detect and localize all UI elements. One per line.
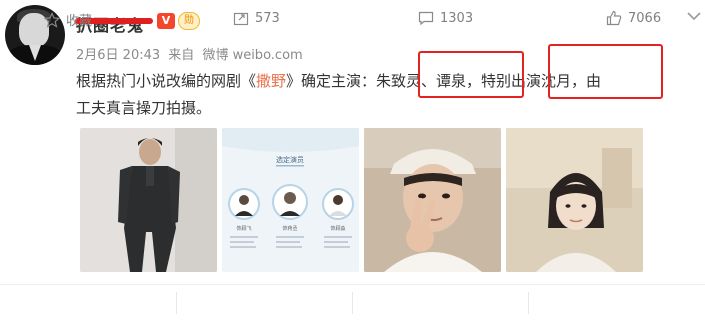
- repost-button[interactable]: 573: [233, 10, 280, 26]
- comment-count: 1303: [440, 10, 474, 26]
- action-divider: [528, 292, 529, 314]
- poster-role-3: 饰顾淼: [330, 225, 345, 232]
- vip-badge-icon[interactable]: V: [157, 13, 175, 29]
- man-in-suit-image: [80, 128, 217, 272]
- post-meta: 2月6日 20:43 来自 微博 weibo.com: [76, 44, 307, 63]
- casting-poster-image: 选定演员 饰顾飞 饰蒋丞 饰顾淼: [222, 128, 359, 272]
- like-button[interactable]: 7066: [606, 10, 661, 26]
- repost-count: 573: [255, 10, 280, 26]
- source-prefix: 来自: [168, 48, 195, 63]
- like-count: 7066: [628, 10, 662, 26]
- repost-icon: [233, 12, 249, 26]
- photo-3[interactable]: [364, 128, 501, 272]
- highlight-box-leads: [418, 51, 524, 98]
- photo-4[interactable]: [506, 128, 643, 272]
- action-divider: [352, 292, 353, 314]
- thumbs-up-icon: [606, 10, 622, 26]
- highlight-box-special: [548, 44, 663, 99]
- poster-title: 选定演员: [276, 155, 304, 164]
- medal-badge-icon[interactable]: 勋: [178, 12, 200, 30]
- post-text-part1: 根据热门小说改编的网剧《: [76, 72, 257, 90]
- poster-role-2: 饰蒋丞: [282, 225, 297, 232]
- post-source[interactable]: 微博 weibo.com: [202, 48, 302, 63]
- star-icon: [44, 11, 60, 28]
- photo-2-casting-poster[interactable]: 选定演员 饰顾飞 饰蒋丞 饰顾淼: [222, 128, 359, 272]
- poster-role-1: 饰顾飞: [236, 225, 251, 232]
- post-text-line2: 工夫真言操刀拍摄。: [76, 99, 212, 117]
- comment-icon: [418, 11, 434, 26]
- post-date[interactable]: 2月6日 20:43: [76, 48, 160, 63]
- favorite-label: 收藏: [66, 14, 93, 29]
- action-divider: [176, 292, 177, 314]
- favorite-button[interactable]: 收藏: [44, 10, 92, 29]
- girl-portrait-image: [506, 128, 643, 272]
- topic-link[interactable]: 撒野: [256, 72, 286, 90]
- man-with-hat-image: [364, 128, 501, 272]
- photo-1[interactable]: [80, 128, 217, 272]
- chevron-down-icon[interactable]: [686, 8, 702, 24]
- comment-button[interactable]: 1303: [418, 10, 473, 26]
